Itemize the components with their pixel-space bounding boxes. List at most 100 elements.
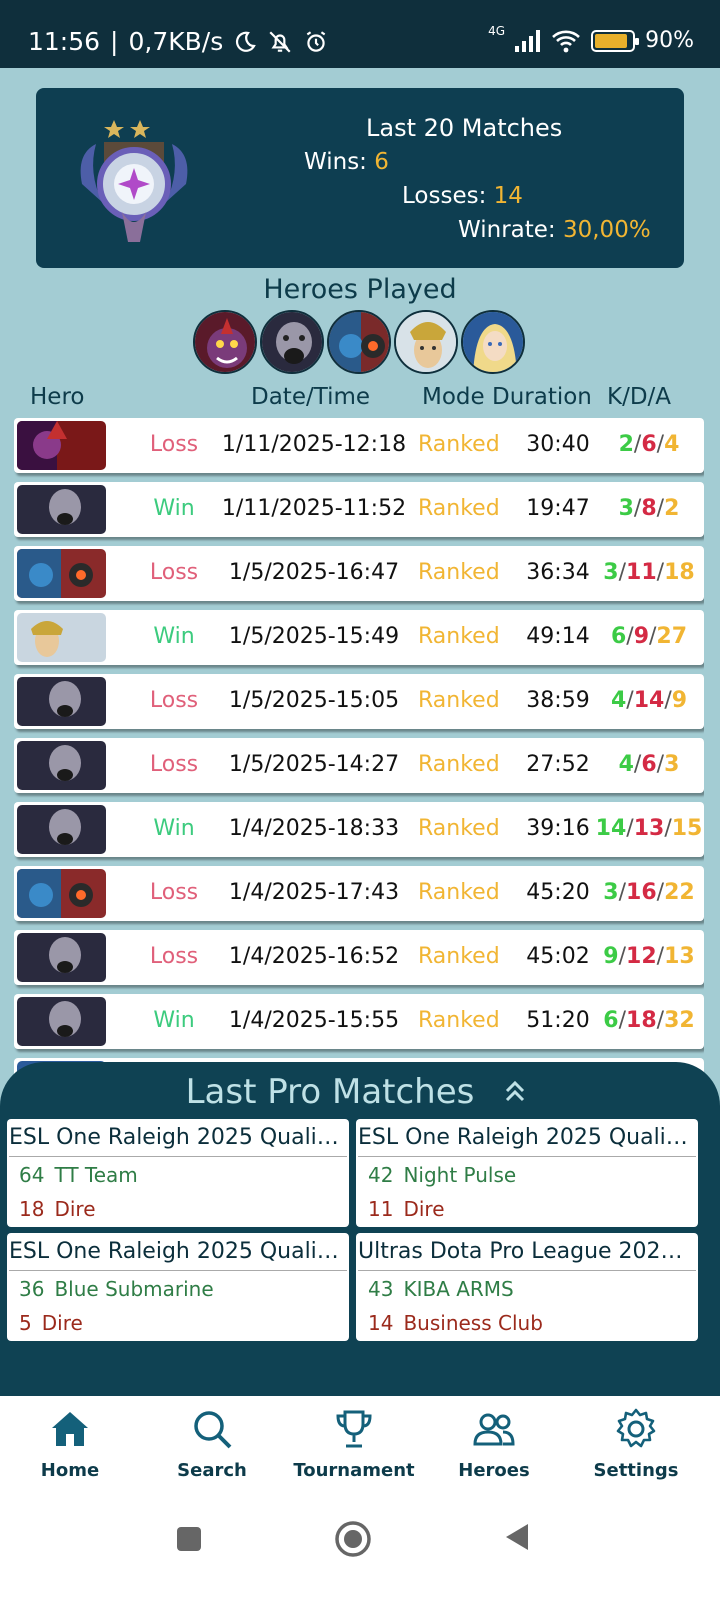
match-row[interactable]: Win 1/4/2025-18:33 Ranked 39:16 14/13/15: [14, 802, 704, 857]
team-name: Blue Submarine: [54, 1277, 214, 1301]
hero-thumbnail: [17, 613, 106, 662]
kills: 3: [603, 560, 619, 585]
team-dire: 18 Dire: [19, 1197, 96, 1221]
league-name: Ultras Dota Pro League 202…: [358, 1239, 696, 1271]
match-mode: Ranked: [418, 880, 500, 905]
kills: 3: [603, 880, 619, 905]
losses-label: Losses:: [402, 183, 494, 209]
team-radiant: 42 Night Pulse: [368, 1163, 516, 1187]
match-duration: 45:02: [526, 944, 590, 969]
team-score: 14: [368, 1311, 394, 1335]
signal-icon: [515, 29, 541, 52]
match-datetime: 1/11/2025-12:18: [221, 432, 407, 457]
match-kda: 14/13/15: [595, 816, 703, 841]
team-score: 11: [368, 1197, 394, 1221]
match-mode: Ranked: [418, 432, 500, 457]
losses-stat: Losses: 14: [402, 183, 523, 209]
match-mode: Ranked: [418, 560, 500, 585]
square-icon: [177, 1527, 201, 1551]
winrate-value: 30,00%: [562, 217, 651, 243]
match-kda: 9/12/13: [603, 944, 695, 969]
match-duration: 51:20: [526, 1008, 590, 1033]
match-row[interactable]: Win 1/5/2025-15:49 Ranked 49:14 6/9/27: [14, 610, 704, 665]
battery-percent: 90%: [645, 28, 694, 53]
match-datetime: 1/4/2025-18:33: [228, 816, 400, 841]
match-datetime: 1/5/2025-15:49: [228, 624, 400, 649]
hero-avatar-1[interactable]: [193, 310, 257, 374]
match-kda: 6/18/32: [603, 1008, 695, 1033]
pro-match-card[interactable]: ESL One Raleigh 2025 Qualifi… 36 Blue Sub…: [7, 1233, 349, 1341]
hero-avatar-4[interactable]: [394, 310, 458, 374]
home-system-button[interactable]: [334, 1520, 372, 1562]
winrate-label: Winrate:: [458, 217, 563, 243]
network-speed: 0,7KB/s: [128, 27, 224, 56]
kills: 6: [610, 624, 627, 649]
match-row[interactable]: Loss 1/5/2025-15:05 Ranked 38:59 4/14/9: [14, 674, 704, 729]
divider: |: [110, 27, 119, 56]
hero-thumbnail: [17, 549, 106, 598]
col-header-mode-duration: Mode Duration: [422, 384, 592, 410]
deaths: 18: [626, 1008, 657, 1033]
hero-thumbnail: [17, 741, 106, 790]
team-dire: 5 Dire: [19, 1311, 83, 1335]
kills: 2: [618, 432, 634, 457]
match-mode: Ranked: [418, 944, 500, 969]
hero-thumbnail: [17, 933, 106, 982]
match-mode: Ranked: [418, 1008, 500, 1033]
nav-settings[interactable]: Settings: [566, 1406, 706, 1481]
people-icon: [473, 1413, 515, 1446]
pro-match-card[interactable]: Ultras Dota Pro League 202… 43 KIBA ARMS …: [356, 1233, 698, 1341]
match-row[interactable]: Loss 1/4/2025-16:52 Ranked 45:02 9/12/13: [14, 930, 704, 985]
kills: 14: [595, 816, 627, 841]
match-row[interactable]: Loss 1/5/2025-14:27 Ranked 27:52 4/6/3: [14, 738, 704, 793]
col-header-kda: K/D/A: [607, 384, 672, 410]
team-radiant: 36 Blue Submarine: [19, 1277, 214, 1301]
nav-search[interactable]: Search: [142, 1406, 282, 1481]
match-duration: 38:59: [526, 688, 590, 713]
nav-tournament[interactable]: Tournament: [284, 1406, 424, 1481]
hero-thumbnail: [17, 805, 106, 854]
match-kda: 3/11/18: [603, 560, 695, 585]
status-right: 4G 90%: [488, 24, 694, 54]
deaths: 6: [641, 752, 657, 777]
trophy-icon: [336, 1410, 372, 1448]
bell-off-icon: [267, 29, 293, 55]
assists: 15: [671, 816, 703, 841]
nav-label-search: Search: [177, 1460, 247, 1481]
match-list[interactable]: Loss 1/11/2025-12:18 Ranked 30:40 2/6/4 Win 1/…: [14, 418, 704, 1076]
hero-avatar-5[interactable]: [461, 310, 525, 374]
match-datetime: 1/4/2025-17:43: [228, 880, 400, 905]
assists: 9: [671, 688, 688, 713]
pro-match-card[interactable]: ESL One Raleigh 2025 Qualifi… 64 TT Team …: [7, 1119, 349, 1227]
match-datetime: 1/5/2025-14:27: [228, 752, 400, 777]
match-row[interactable]: Loss 1/5/2025-16:47 Ranked 36:34 3/11/18: [14, 546, 704, 601]
chevron-double-up-icon[interactable]: [500, 1076, 530, 1106]
kills: 9: [603, 944, 619, 969]
nav-heroes[interactable]: Heroes: [424, 1406, 564, 1481]
assists: 3: [664, 752, 680, 777]
deaths: 11: [626, 560, 657, 585]
match-mode: Ranked: [418, 816, 500, 841]
bottom-navigation: Home Search Tournament Heroes Settings: [0, 1396, 720, 1496]
nav-home[interactable]: Home: [0, 1406, 140, 1481]
network-type: 4G: [488, 23, 506, 38]
search-icon: [194, 1411, 232, 1449]
match-row[interactable]: Win 1/11/2025-11:52 Ranked 19:47 3/8/2: [14, 482, 704, 537]
pro-match-card[interactable]: ESL One Raleigh 2025 Qualifi… 42 Night Pu…: [356, 1119, 698, 1227]
assists: 27: [656, 624, 688, 649]
team-dire: 11 Dire: [368, 1197, 445, 1221]
hero-avatar-2[interactable]: [260, 310, 324, 374]
match-row[interactable]: Win 1/4/2025-15:55 Ranked 51:20 6/18/32: [14, 994, 704, 1049]
match-row[interactable]: Loss 1/11/2025-12:18 Ranked 30:40 2/6/4: [14, 418, 704, 473]
back-button[interactable]: [504, 1522, 530, 1556]
match-row[interactable]: Loss 1/4/2025-17:43 Ranked 45:20 3/16/22: [14, 866, 704, 921]
losses-value: 14: [493, 183, 523, 209]
match-kda: 6/9/27: [610, 624, 688, 649]
hero-thumbnail: [17, 677, 106, 726]
heroes-played-list: [193, 310, 525, 374]
status-bar: 11:56 | 0,7KB/s 4G 90%: [0, 0, 720, 68]
recents-button[interactable]: [176, 1526, 202, 1556]
match-datetime: 1/4/2025-15:55: [228, 1008, 400, 1033]
hero-avatar-3[interactable]: [327, 310, 391, 374]
match-datetime: 1/5/2025-16:47: [228, 560, 400, 585]
